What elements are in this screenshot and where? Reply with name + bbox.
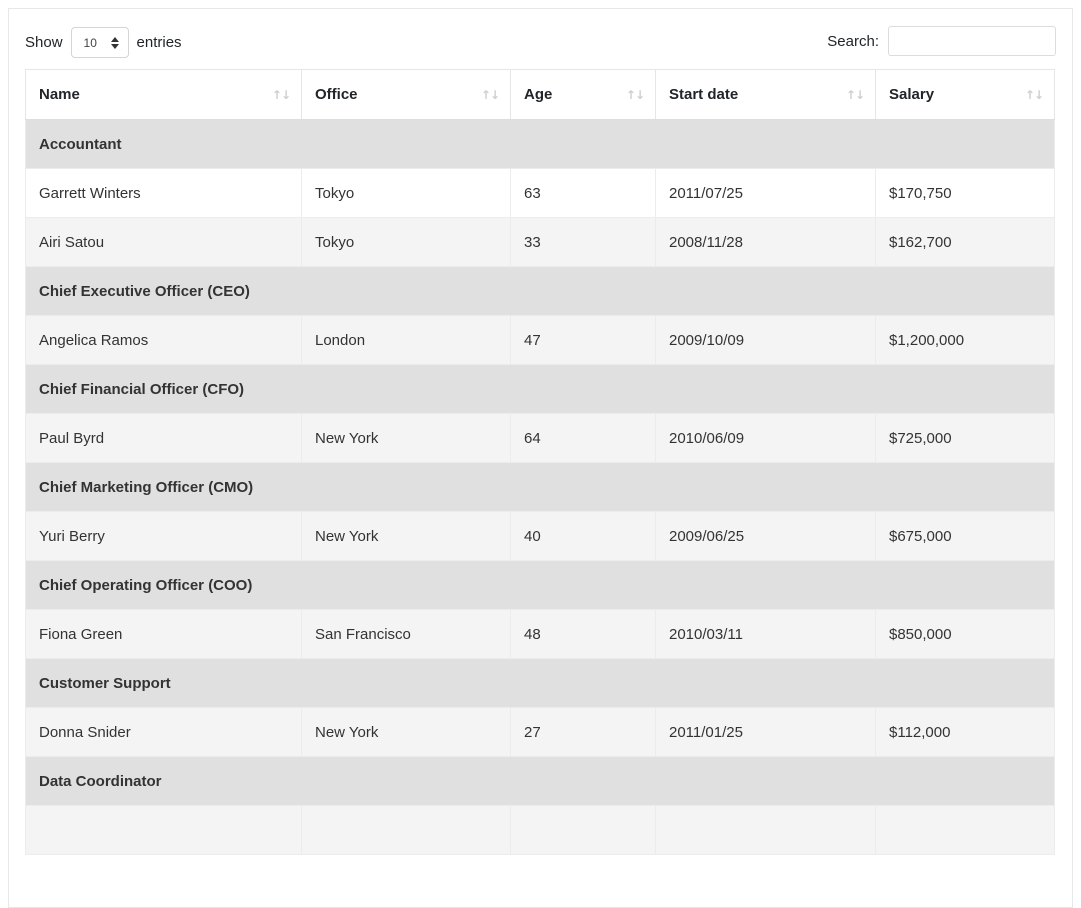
entries-per-page-select[interactable]: 10 <box>70 27 129 58</box>
employees-table: Name ↑↓ Office ↑↓ Age ↑↓ Start date ↑↓ Salary ↑↓ … <box>25 69 1055 855</box>
column-header-label: Name <box>39 86 80 103</box>
show-label: Show <box>25 34 63 51</box>
column-header-salary[interactable]: Salary ↑↓ <box>875 69 1055 120</box>
table-row[interactable]: Airi Satou Tokyo 33 2008/11/28 $162,700 <box>25 217 1055 267</box>
column-header-label: Age <box>524 86 553 103</box>
column-header-office[interactable]: Office ↑↓ <box>301 69 511 120</box>
column-header-age[interactable]: Age ↑↓ <box>510 69 656 120</box>
cell-name: Paul Byrd <box>25 413 302 463</box>
group-header-row: Chief Executive Officer (CEO) <box>25 266 1055 316</box>
search-label: Search: <box>827 32 879 50</box>
cell-salary: $170,750 <box>875 168 1055 218</box>
group-header-row: Chief Financial Officer (CFO) <box>25 364 1055 414</box>
table-row[interactable]: Donna Snider New York 27 2011/01/25 $112,000 <box>25 707 1055 757</box>
group-header-row: Accountant <box>25 119 1055 169</box>
column-header-label: Salary <box>889 86 935 103</box>
cell-salary: $162,700 <box>875 217 1055 267</box>
table-header-row: Name ↑↓ Office ↑↓ Age ↑↓ Start date ↑↓ Salary ↑↓ <box>25 69 1055 120</box>
cell-salary: $112,000 <box>875 707 1055 757</box>
group-header-label: Customer Support <box>25 658 1055 708</box>
cell-age: 40 <box>510 511 656 561</box>
search-input[interactable] <box>888 26 1056 56</box>
cell-empty <box>25 805 302 855</box>
table-row[interactable]: Angelica Ramos London 47 2009/10/09 $1,200,0… <box>25 315 1055 365</box>
cell-start-date: 2010/03/11 <box>655 609 876 659</box>
cell-empty <box>510 805 656 855</box>
group-header-row: Chief Operating Officer (COO) <box>25 560 1055 610</box>
cell-name: Airi Satou <box>25 217 302 267</box>
group-header-label: Chief Executive Officer (CEO) <box>25 266 1055 316</box>
cell-name: Yuri Berry <box>25 511 302 561</box>
group-header-label: Chief Marketing Officer (CMO) <box>25 462 1055 512</box>
table-row[interactable] <box>25 805 1055 855</box>
cell-age: 64 <box>510 413 656 463</box>
entries-length-control: Show 10 entries <box>25 27 182 58</box>
cell-office: Tokyo <box>301 217 511 267</box>
cell-age: 47 <box>510 315 656 365</box>
cell-office: Tokyo <box>301 168 511 218</box>
sort-arrows-icon: ↑↓ <box>845 87 865 102</box>
cell-start-date: 2008/11/28 <box>655 217 876 267</box>
cell-age: 33 <box>510 217 656 267</box>
entries-label: entries <box>136 34 182 51</box>
cell-empty <box>655 805 876 855</box>
cell-salary: $675,000 <box>875 511 1055 561</box>
sort-arrows-icon: ↑↓ <box>480 87 500 102</box>
sort-arrows-icon: ↑↓ <box>271 87 291 102</box>
chevron-updown-icon <box>110 36 119 49</box>
cell-office: San Francisco <box>301 609 511 659</box>
cell-name: Donna Snider <box>25 707 302 757</box>
cell-office: New York <box>301 413 511 463</box>
group-header-row: Customer Support <box>25 658 1055 708</box>
table-row[interactable]: Fiona Green San Francisco 48 2010/03/11 $850… <box>25 609 1055 659</box>
search-control: Search: <box>827 26 1056 56</box>
column-header-label: Office <box>315 86 358 103</box>
cell-empty <box>875 805 1055 855</box>
cell-age: 27 <box>510 707 656 757</box>
cell-salary: $725,000 <box>875 413 1055 463</box>
group-header-label: Accountant <box>25 119 1055 169</box>
cell-office: New York <box>301 511 511 561</box>
group-header-row: Chief Marketing Officer (CMO) <box>25 462 1055 512</box>
cell-office: New York <box>301 707 511 757</box>
cell-start-date: 2009/06/25 <box>655 511 876 561</box>
cell-name: Angelica Ramos <box>25 315 302 365</box>
entries-per-page-value: 10 <box>83 35 97 50</box>
sort-arrows-icon: ↑↓ <box>625 87 645 102</box>
datatable-controls: Show 10 entries Search: <box>9 9 1072 69</box>
sort-arrows-icon: ↑↓ <box>1024 87 1044 102</box>
group-header-label: Data Coordinator <box>25 756 1055 806</box>
cell-salary: $850,000 <box>875 609 1055 659</box>
cell-age: 63 <box>510 168 656 218</box>
group-header-label: Chief Operating Officer (COO) <box>25 560 1055 610</box>
cell-empty <box>301 805 511 855</box>
column-header-start-date[interactable]: Start date ↑↓ <box>655 69 876 120</box>
cell-name: Fiona Green <box>25 609 302 659</box>
table-row[interactable]: Paul Byrd New York 64 2010/06/09 $725,000 <box>25 413 1055 463</box>
table-body: Accountant Garrett Winters Tokyo 63 2011/07/… <box>25 119 1055 855</box>
cell-name: Garrett Winters <box>25 168 302 218</box>
cell-start-date: 2010/06/09 <box>655 413 876 463</box>
cell-office: London <box>301 315 511 365</box>
group-header-row: Data Coordinator <box>25 756 1055 806</box>
cell-start-date: 2011/01/25 <box>655 707 876 757</box>
table-head: Name ↑↓ Office ↑↓ Age ↑↓ Start date ↑↓ Salary ↑↓ <box>25 69 1055 120</box>
page-container: Show 10 entries Search: Name ↑↓ Office ↑↓ Ag… <box>8 8 1073 908</box>
datatable-wrapper: Name ↑↓ Office ↑↓ Age ↑↓ Start date ↑↓ Salary ↑↓ … <box>9 69 1072 855</box>
cell-start-date: 2011/07/25 <box>655 168 876 218</box>
column-header-label: Start date <box>669 86 739 103</box>
column-header-name[interactable]: Name ↑↓ <box>25 69 302 120</box>
cell-start-date: 2009/10/09 <box>655 315 876 365</box>
cell-age: 48 <box>510 609 656 659</box>
cell-salary: $1,200,000 <box>875 315 1055 365</box>
group-header-label: Chief Financial Officer (CFO) <box>25 364 1055 414</box>
table-row[interactable]: Garrett Winters Tokyo 63 2011/07/25 $170,750 <box>25 168 1055 218</box>
table-row[interactable]: Yuri Berry New York 40 2009/06/25 $675,000 <box>25 511 1055 561</box>
